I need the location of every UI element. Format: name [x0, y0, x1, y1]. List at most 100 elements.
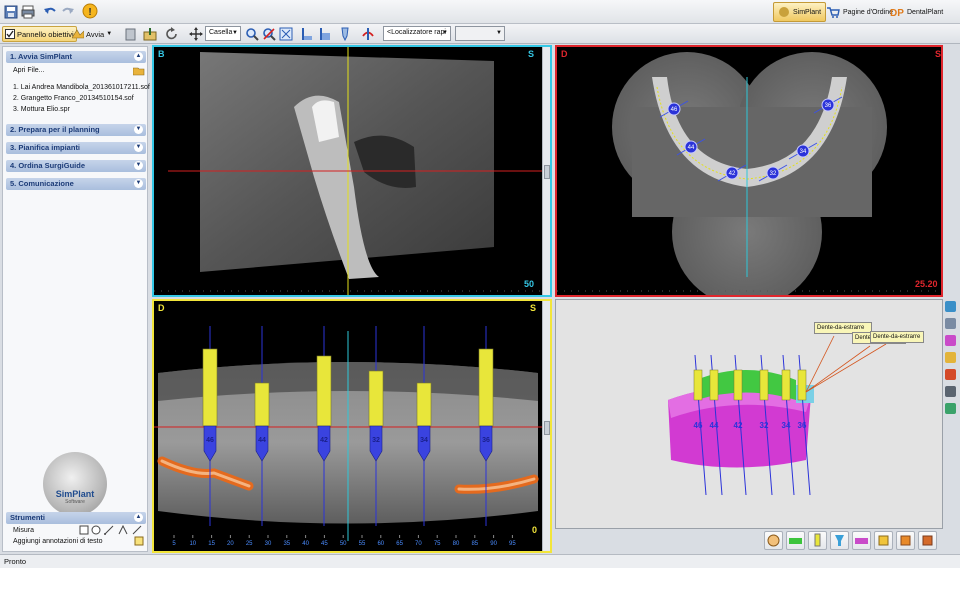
undo-icon[interactable] [42, 4, 58, 20]
abutment-icon[interactable] [830, 530, 849, 550]
main-toolbar: ! SimPlant Pagine d'Ordine DP DentalPlan… [0, 0, 960, 24]
chevron-down-icon[interactable]: ▼ [134, 143, 143, 152]
ruler-tick-label: 30 [265, 541, 272, 547]
implant-label: 34 [800, 149, 807, 155]
measure-tools-icons[interactable] [79, 525, 147, 535]
implant[interactable]: 34 [416, 326, 432, 526]
cube-orange-icon[interactable] [896, 530, 915, 550]
tool-add-annotation[interactable]: Aggiungi annotazioni di testo [13, 538, 103, 545]
implant[interactable]: 32 [368, 326, 384, 526]
viewport-scrollbar[interactable] [542, 47, 550, 295]
camera-icon[interactable] [945, 318, 956, 329]
folder-icon[interactable] [133, 66, 145, 76]
save-icon[interactable] [3, 4, 19, 20]
implant-label: 34 [420, 437, 428, 444]
chevron-down-icon[interactable]: ▼ [134, 179, 143, 188]
implant-marker[interactable]: 32 [758, 164, 788, 182]
quick-locator-dropdown[interactable]: <Localizzatore rapi ▼ [383, 26, 451, 41]
implant-label: 36 [825, 103, 832, 109]
viewport-scrollbar[interactable] [941, 47, 943, 295]
tab-simplant[interactable]: SimPlant [773, 2, 827, 22]
implant[interactable]: 46 [202, 326, 218, 526]
recent-file[interactable]: 1. Lai Andrea Mandibola_201361017211.sof [13, 84, 150, 91]
fit-view-icon[interactable] [278, 26, 294, 42]
implant-marker[interactable]: 44 [676, 138, 706, 156]
ruler-tick-label: 45 [321, 541, 328, 547]
palette-icon[interactable] [945, 335, 956, 346]
viewport-cross-section[interactable]: B S 50 [152, 45, 552, 297]
move-icon[interactable] [188, 26, 204, 42]
section-prepare-planning[interactable]: 2. Prepara per il planning ▼ [6, 124, 146, 136]
chevron-down-icon[interactable]: ▼ [134, 125, 143, 134]
redo-icon[interactable] [60, 4, 76, 20]
tools-header[interactable]: Strumenti ▲ [6, 512, 146, 524]
section-communication[interactable]: 5. Comunicazione ▼ [6, 178, 146, 190]
status-bar: Pronto [0, 554, 960, 568]
implant-marker[interactable]: 34 [788, 142, 818, 160]
implant-label: 46 [671, 107, 678, 113]
scrollbar-thumb[interactable] [544, 165, 550, 179]
chevron-down-icon: ▼ [232, 30, 238, 36]
note-icon[interactable] [134, 536, 144, 546]
ruler-tick-label: 75 [434, 541, 441, 547]
implant-marker[interactable]: 36 [813, 96, 843, 114]
implant-layout-icon[interactable] [316, 26, 332, 42]
start-button[interactable]: Avvia ▼ [70, 26, 114, 42]
zoom-icon[interactable] [244, 26, 260, 42]
implant-label: 46 [206, 437, 214, 444]
print-icon[interactable] [20, 4, 36, 20]
simplant-logo: SimPlant Software [43, 452, 107, 516]
svg-text:DP: DP [890, 8, 904, 18]
section-plan-implants[interactable]: 3. Pianifica impianti ▼ [6, 142, 146, 154]
cube-red-icon[interactable] [918, 530, 937, 550]
tool-measure[interactable]: Misura [13, 527, 34, 534]
viewport-panoramic[interactable]: 46 44 42 32 34 36 5 10 15 20 25 30 35 40 45 50 55 60 65 70… [152, 299, 552, 553]
open-file-link[interactable]: Apri File... [13, 67, 45, 74]
refresh-icon[interactable] [945, 386, 956, 397]
recent-file[interactable]: 2. Grangetto Franco_20134510154.sof [13, 95, 134, 102]
scrollbar-thumb[interactable] [544, 421, 550, 435]
implant-label: 42 [320, 437, 328, 444]
rotate-icon[interactable] [164, 26, 180, 42]
start-button-label: Avvia [86, 29, 105, 39]
chevron-down-icon[interactable]: ▼ [134, 161, 143, 170]
tab-dentalplant[interactable]: DP DentalPlant [886, 2, 947, 22]
ruler-tick-label: 25 [246, 541, 253, 547]
implant-marker[interactable]: 42 [717, 164, 747, 182]
implant[interactable]: 44 [254, 326, 270, 526]
viewport-3d-model[interactable]: 46 44 42 32 34 36 Dente-da-estrarre Dente-da-… [555, 299, 943, 529]
paint-icon[interactable] [945, 369, 956, 380]
box-dropdown[interactable]: Casella ▼ [205, 26, 241, 41]
nerve-tool-icon[interactable] [360, 26, 376, 42]
face-icon[interactable] [764, 530, 783, 550]
secondary-dropdown[interactable]: ▼ [455, 26, 505, 41]
section-start-simplant[interactable]: 1. Avvia SimPlant ▲ [6, 51, 146, 63]
document-icon[interactable] [122, 26, 138, 42]
implant-tool-icon[interactable] [336, 26, 352, 42]
viewport-scrollbar[interactable] [542, 301, 550, 551]
section-order-surgiguide[interactable]: 4. Ordina SurgiGuide ▼ [6, 160, 146, 172]
objectives-panel-label: Pannello obiettivi [17, 29, 74, 39]
implant-marker[interactable]: 46 [659, 100, 689, 118]
implant-icon[interactable] [808, 530, 827, 550]
screenshot-icon[interactable] [945, 403, 956, 414]
teeth-icon[interactable] [786, 530, 805, 550]
chevron-up-icon[interactable]: ▲ [134, 52, 143, 61]
clip-icon[interactable] [945, 352, 956, 363]
implant[interactable]: 36 [478, 326, 494, 526]
cube-yellow-icon[interactable] [874, 530, 893, 550]
secondary-toolbar: Pannello obiettivi Avvia ▼ Casella ▼ <Lo… [0, 24, 960, 44]
layer-icon[interactable] [945, 301, 956, 312]
recent-file[interactable]: 3. Mottura Elio.spr [13, 106, 70, 113]
objectives-panel-button[interactable]: Pannello obiettivi [2, 26, 77, 42]
zoom-reset-icon[interactable] [261, 26, 277, 42]
implant[interactable]: 42 [316, 326, 332, 526]
view-layout-icon[interactable] [298, 26, 314, 42]
implant-label: 42 [734, 421, 743, 430]
bone-icon[interactable] [852, 530, 871, 550]
annotation-note[interactable]: Dente-da-estrarre [870, 331, 924, 343]
info-icon[interactable]: ! [82, 3, 98, 19]
import-icon[interactable] [142, 26, 158, 42]
chevron-up-icon[interactable]: ▲ [134, 513, 143, 522]
viewport-axial[interactable]: 46 44 42 32 34 36 D S 25.20 [555, 45, 943, 297]
